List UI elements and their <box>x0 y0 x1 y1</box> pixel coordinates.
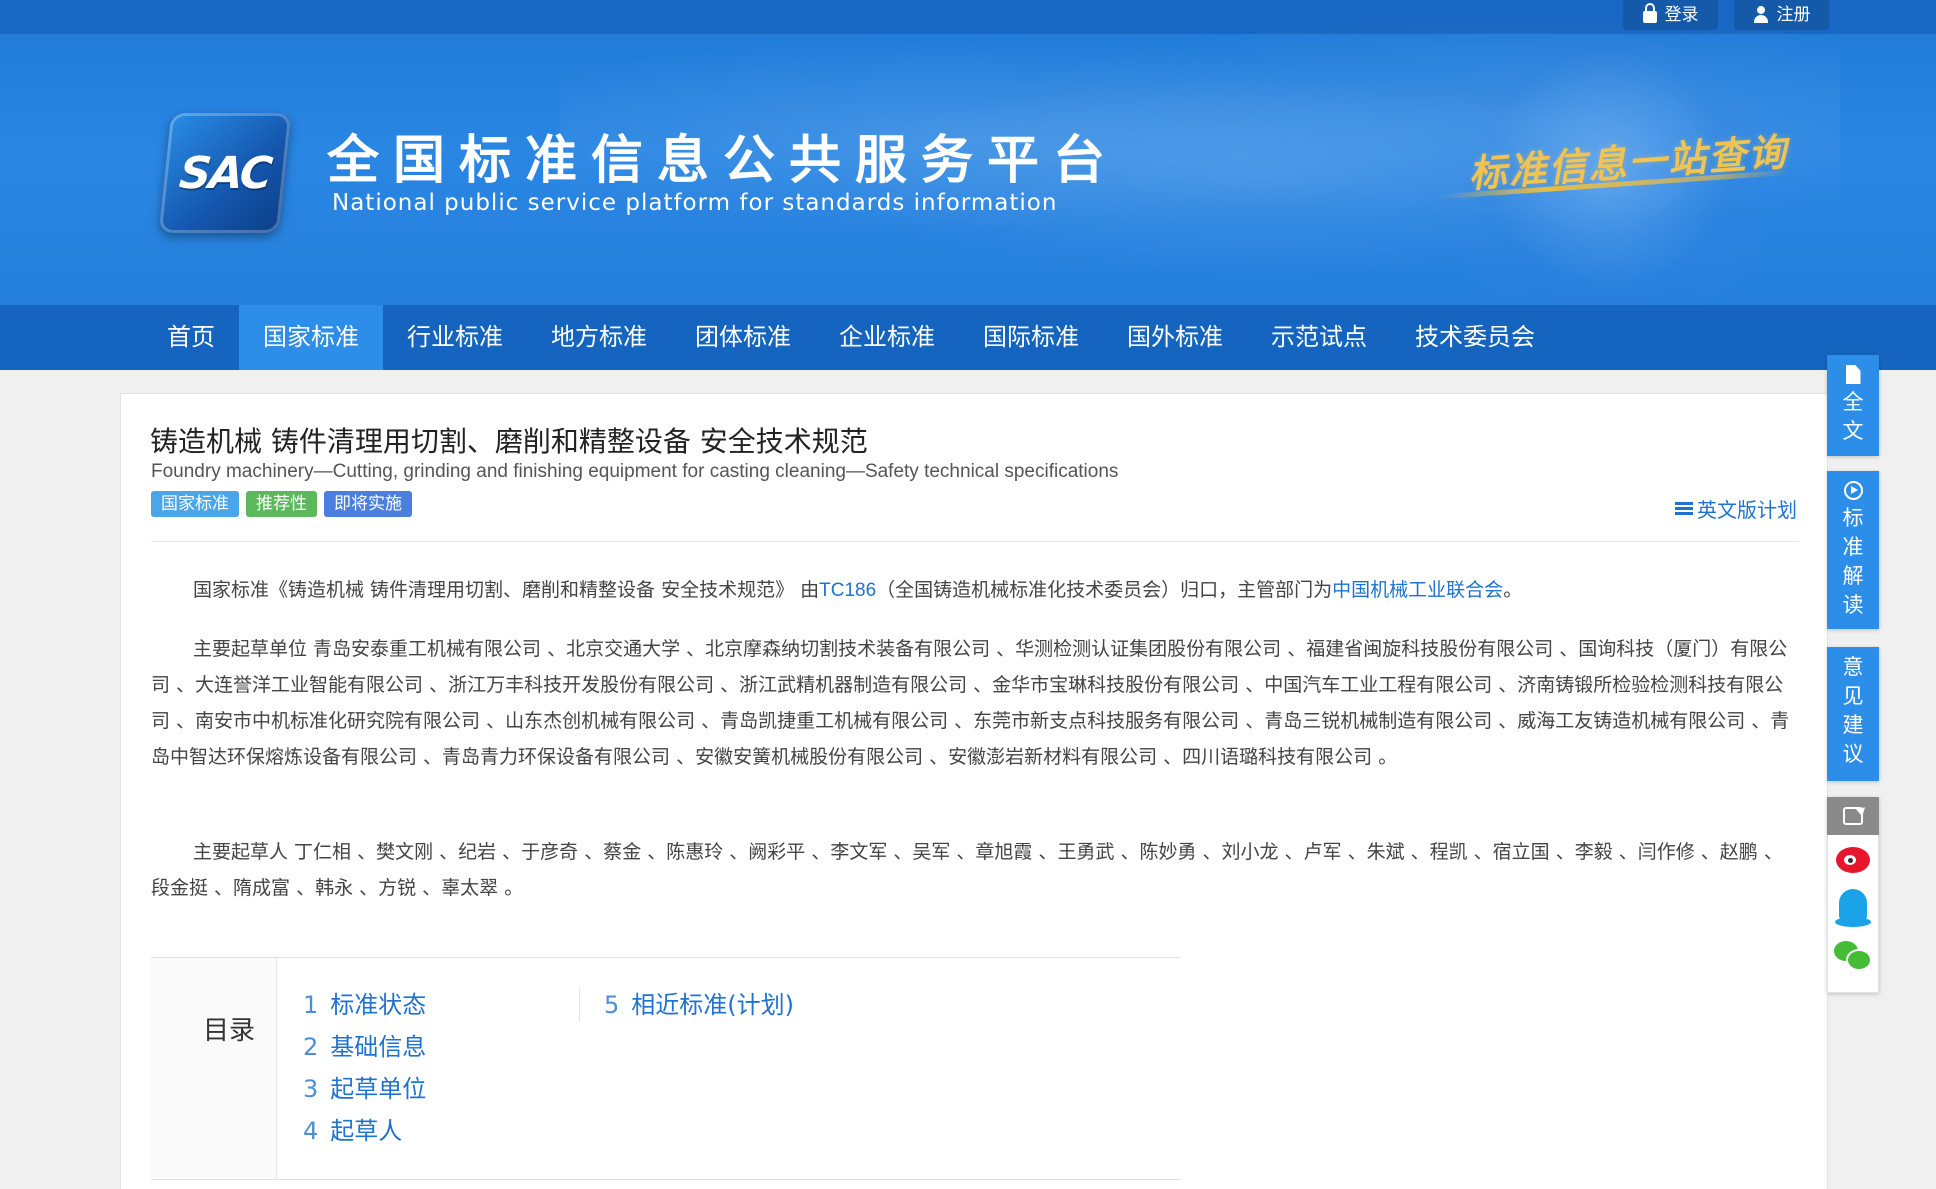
toc-item[interactable]: 1 标准状态 <box>303 984 426 1026</box>
toc-column-2: 5 相近标准(计划) <box>604 984 794 1026</box>
toc-label: 目录 <box>203 1016 256 1046</box>
toc-item-label: 起草人 <box>330 1117 403 1145</box>
nav-items: 首页 国家标准 行业标准 地方标准 团体标准 企业标准 国际标准 国外标准 示范试点 技术委员会 <box>143 305 1559 370</box>
nav-item-5[interactable]: 企业标准 <box>815 305 959 370</box>
share-panel <box>1827 797 1879 993</box>
interpretation-label: 标准解读 <box>1827 504 1879 620</box>
login-label: 登录 <box>1664 5 1699 25</box>
lock-icon <box>1642 3 1657 23</box>
toc-item-number: 3 <box>303 1075 319 1103</box>
logo-text: SAC <box>176 147 274 199</box>
feedback-char: 议 <box>1842 742 1864 766</box>
nav-item-3[interactable]: 地方标准 <box>527 305 671 370</box>
divider <box>151 541 1799 542</box>
feedback-char: 意 <box>1842 655 1864 679</box>
intro-prefix: 国家标准《铸造机械 铸件清理用切割、磨削和精整设备 安全技术规范》 由 <box>193 579 820 601</box>
drafting-units-paragraph: 主要起草单位 青岛安泰重工机械有限公司 、北京交通大学 、北京摩森纳切割技术装备… <box>151 638 1790 768</box>
toc-item[interactable]: 4 起草人 <box>303 1110 426 1152</box>
site-title-en: National public service platform for sta… <box>332 190 1058 216</box>
toc-item-number: 4 <box>303 1117 319 1145</box>
toc-item[interactable]: 3 起草单位 <box>303 1068 426 1110</box>
share-toggle[interactable] <box>1827 797 1879 835</box>
nav-item-8[interactable]: 示范试点 <box>1247 305 1391 370</box>
site-title-cn: 全国标准信息公共服务平台 <box>327 131 1120 191</box>
toc-item-label: 基础信息 <box>330 1033 427 1061</box>
drafters-paragraph: 主要起草人 丁仁相 、樊文刚 、纪岩 、于彦奇 、蔡金 、陈惠玲 、阙彩平 、李… <box>151 841 1783 899</box>
intro-suffix: 。 <box>1503 579 1523 601</box>
register-button[interactable]: 注册 <box>1734 0 1829 30</box>
nav-item-4[interactable]: 团体标准 <box>671 305 815 370</box>
standard-title-cn: 铸造机械 铸件清理用切割、磨削和精整设备 安全技术规范 <box>150 425 868 458</box>
toc-divider <box>579 988 580 1022</box>
fulltext-char: 文 <box>1842 419 1864 443</box>
list-icon <box>1675 501 1693 516</box>
main-nav: 首页 国家标准 行业标准 地方标准 团体标准 企业标准 国际标准 国外标准 示范试点 技术委员会 <box>0 305 1936 370</box>
table-of-contents: 目录 1 标准状态 2 基础信息 3 起草单位 4 起草人 5 相近标准(计划) <box>151 957 1181 1180</box>
header-banner: 标准信息一站查询 登录 注册 SAC 全国标准信息公共服务平台 National… <box>0 0 1936 305</box>
fulltext-label: 全文 <box>1827 388 1879 446</box>
play-circle-icon <box>1843 481 1863 500</box>
interpret-char: 标 <box>1842 506 1864 530</box>
standard-detail-card: 铸造机械 铸件清理用切割、磨削和精整设备 安全技术规范 Foundry mach… <box>120 393 1828 1189</box>
badge-upcoming: 即将实施 <box>324 491 412 517</box>
login-button[interactable]: 登录 <box>1623 0 1718 30</box>
english-plan-label: 英文版计划 <box>1697 498 1797 522</box>
toc-item[interactable]: 2 基础信息 <box>303 1026 426 1068</box>
intro-paragraph: 国家标准《铸造机械 铸件清理用切割、磨削和精整设备 安全技术规范》 由TC186… <box>151 572 1801 609</box>
interpret-char: 解 <box>1842 564 1864 588</box>
document-icon <box>1845 365 1861 384</box>
fulltext-char: 全 <box>1842 390 1864 414</box>
tc186-link[interactable]: TC186 <box>819 580 876 601</box>
feedback-button[interactable]: 意见建议 <box>1827 647 1879 781</box>
toc-item-number: 5 <box>604 991 620 1019</box>
wechat-icon[interactable] <box>1834 941 1872 971</box>
nav-item-0[interactable]: 首页 <box>143 305 239 370</box>
toc-item-number: 2 <box>303 1033 319 1061</box>
nav-item-7[interactable]: 国外标准 <box>1103 305 1247 370</box>
toc-item-number: 1 <box>303 991 319 1019</box>
sac-logo[interactable]: SAC <box>158 113 292 233</box>
toc-item-label: 相近标准(计划) <box>631 991 795 1019</box>
toc-column-1: 1 标准状态 2 基础信息 3 起草单位 4 起草人 <box>303 984 426 1152</box>
weibo-icon[interactable] <box>1836 847 1870 873</box>
toc-item[interactable]: 5 相近标准(计划) <box>604 984 794 1026</box>
interpretation-button[interactable]: 标准解读 <box>1827 471 1879 629</box>
fulltext-button[interactable]: 全文 <box>1827 355 1879 456</box>
register-label: 注册 <box>1776 5 1811 25</box>
nav-item-1[interactable]: 国家标准 <box>239 305 383 370</box>
feedback-char: 见 <box>1842 684 1864 708</box>
badge-national-standard: 国家标准 <box>151 491 239 517</box>
intro-middle: （全国铸造机械标准化技术委员会）归口，主管部门为 <box>876 579 1333 601</box>
feedback-label: 意见建议 <box>1827 647 1879 769</box>
toc-label-cell: 目录 <box>151 958 277 1179</box>
interpret-char: 读 <box>1842 593 1864 617</box>
standard-title-en: Foundry machinery—Cutting, grinding and … <box>151 461 1119 482</box>
badge-recommended: 推荐性 <box>246 491 317 517</box>
toc-item-label: 标准状态 <box>330 991 427 1019</box>
nav-item-9[interactable]: 技术委员会 <box>1391 305 1559 370</box>
status-badges: 国家标准 推荐性 即将实施 <box>151 491 412 517</box>
user-icon <box>1753 6 1769 24</box>
nav-item-6[interactable]: 国际标准 <box>959 305 1103 370</box>
interpret-char: 准 <box>1842 535 1864 559</box>
department-link[interactable]: 中国机械工业联合会 <box>1332 579 1503 601</box>
share-icon <box>1843 807 1863 825</box>
qq-icon[interactable] <box>1835 889 1871 927</box>
english-plan-link[interactable]: 英文版计划 <box>1675 494 1797 523</box>
feedback-char: 建 <box>1842 713 1864 737</box>
nav-item-2[interactable]: 行业标准 <box>383 305 527 370</box>
toc-item-label: 起草单位 <box>330 1075 427 1103</box>
